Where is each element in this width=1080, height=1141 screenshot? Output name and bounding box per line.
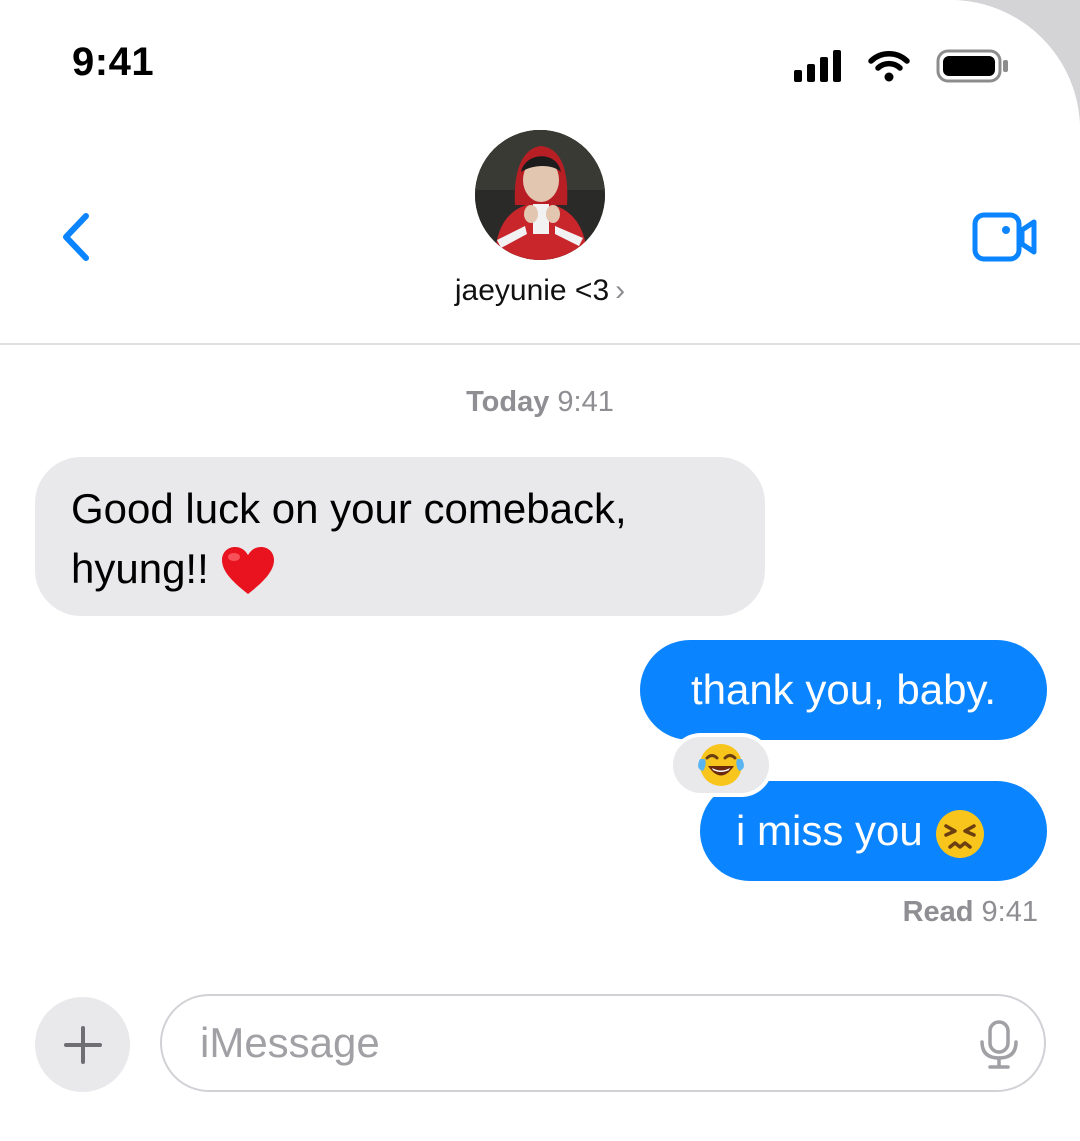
message-text: thank you, baby. [690, 666, 997, 713]
outgoing-message-bubble[interactable]: thank you, baby. [640, 640, 1047, 740]
read-label: Read [902, 896, 974, 928]
timestamp-day: Today [466, 386, 550, 418]
read-receipt: Read 9:41 [903, 896, 1038, 929]
input-placeholder: iMessage [200, 1019, 380, 1066]
incoming-message-bubble[interactable]: Good luck on your comeback, hyung!! [35, 457, 765, 616]
signal-icon [794, 50, 841, 82]
read-time: 9:41 [981, 896, 1038, 928]
battery-icon [936, 49, 1008, 83]
phone-screen: 9:41 jaeyunie <3 › Today 9:41 Good luck … [0, 0, 1080, 1141]
video-call-icon[interactable] [972, 210, 1038, 264]
wifi-icon [868, 51, 910, 82]
message-text: Good luck on your comeback, [71, 485, 627, 532]
imessage-input[interactable]: iMessage [160, 994, 1046, 1092]
contact-avatar[interactable] [475, 130, 605, 260]
timestamp-time: 9:41 [557, 386, 614, 418]
status-icons [794, 48, 1010, 84]
red-heart-icon [222, 546, 275, 594]
tapback-reaction[interactable] [669, 733, 773, 797]
outgoing-message-bubble[interactable]: i miss you [700, 781, 1047, 881]
conversation-timestamp: Today 9:41 [0, 386, 1080, 419]
status-time: 9:41 [72, 40, 155, 84]
contact-name-button[interactable]: jaeyunie <3 › [0, 274, 1080, 308]
plus-icon [63, 1025, 102, 1064]
back-chevron-icon[interactable] [58, 212, 98, 262]
persevering-face-icon [936, 809, 985, 858]
apps-plus-button[interactable] [35, 997, 130, 1092]
contact-name: jaeyunie <3 [454, 274, 610, 307]
messages-screen: 9:41 jaeyunie <3 › Today 9:41 Good luck … [0, 0, 1080, 1141]
message-text: i miss you [736, 807, 923, 854]
microphone-icon[interactable] [976, 1020, 1022, 1070]
message-text-line2: hyung!! [71, 545, 209, 592]
chevron-right-icon: › [615, 274, 626, 307]
header-divider [0, 343, 1080, 345]
face-with-tears-of-joy-icon [698, 744, 744, 786]
avatar-photo [475, 130, 605, 260]
